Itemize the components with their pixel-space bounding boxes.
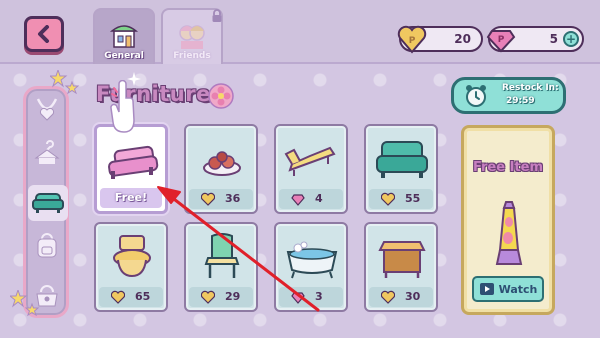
chevron-left-icon — [38, 25, 49, 43]
sparkle-stars-icon — [10, 290, 40, 317]
bathtub-icon — [286, 241, 338, 279]
side-table-icon — [378, 241, 426, 278]
price-bar: 65 — [99, 287, 163, 307]
item-price: 3 — [315, 290, 323, 303]
tab-general[interactable]: General — [93, 8, 155, 64]
sidebar-item-furniture[interactable] — [28, 185, 68, 221]
plus-icon: + — [565, 32, 577, 46]
watch-label: Watch — [498, 282, 538, 296]
lounge-chair-icon — [284, 146, 336, 176]
item-card-teal-sofa[interactable]: 55 — [364, 124, 438, 214]
item-image — [372, 232, 432, 284]
coin-heart-icon — [381, 192, 395, 206]
price-bar: 55 — [369, 189, 433, 209]
tab-friends-label: Friends — [173, 51, 211, 61]
item-price: 4 — [315, 192, 323, 205]
back-button[interactable] — [24, 16, 64, 52]
svg-text:P: P — [409, 36, 416, 46]
item-card-toilet[interactable]: 65 — [94, 222, 168, 312]
shop-icon — [109, 25, 139, 48]
price-bar: 29 — [189, 287, 253, 307]
toilet-icon — [113, 235, 151, 278]
flower-icon — [208, 83, 234, 109]
dining-chair-icon — [204, 233, 240, 278]
coin-heart-icon: P — [397, 25, 427, 54]
sparkle-stars-icon — [50, 70, 80, 95]
pink-sofa-icon — [108, 145, 159, 179]
clothes-hanger-icon — [34, 140, 60, 164]
free-label: Free! — [114, 191, 148, 204]
item-image — [102, 232, 162, 284]
item-card-pink-sofa[interactable]: Free! — [94, 124, 168, 214]
coin-heart-icon — [201, 290, 215, 304]
gem-value: 5 — [549, 32, 558, 46]
pointing-hand-icon — [110, 80, 135, 133]
lava-lamp-icon — [495, 201, 523, 265]
item-card-bathtub[interactable]: 3 — [274, 222, 348, 312]
item-price: 65 — [135, 290, 151, 303]
gem-counter: P 5 + — [486, 26, 584, 53]
item-price: 29 — [225, 290, 241, 303]
item-image — [282, 134, 342, 186]
alarm-clock-icon — [466, 85, 486, 107]
price-bar: 4 — [279, 189, 343, 209]
sparkle-icon — [127, 72, 141, 86]
coin-value: 20 — [454, 32, 471, 46]
lock-icon — [212, 9, 222, 22]
sidebar-item-necklaces[interactable] — [32, 95, 62, 125]
price-bar: 3 — [279, 287, 343, 307]
necklace-icon — [36, 98, 58, 121]
gem-icon — [291, 194, 305, 206]
watch-ad-button[interactable]: Watch — [472, 276, 544, 302]
restock-timer: Restock In: 29:59 — [451, 77, 566, 114]
item-price: 55 — [405, 192, 421, 205]
gem-icon — [291, 292, 305, 304]
sidebar-item-clothes[interactable] — [32, 139, 62, 169]
cupcake-plate-icon — [203, 151, 241, 176]
item-card-side-table[interactable]: 30 — [364, 222, 438, 312]
item-card-dining-chair[interactable]: 29 — [184, 222, 258, 312]
item-image — [282, 232, 342, 284]
add-gems-button[interactable]: + — [563, 31, 579, 47]
item-image — [372, 134, 432, 186]
restock-time: 29:59 — [506, 96, 535, 106]
item-card-lounge-chair[interactable]: 4 — [274, 124, 348, 214]
item-price: 36 — [225, 192, 241, 205]
item-image — [103, 135, 163, 187]
category-sidebar — [23, 86, 69, 318]
coin-heart-icon — [111, 290, 125, 304]
free-item-title: Free Item — [472, 160, 544, 175]
video-icon — [479, 283, 494, 295]
coin-heart-icon — [201, 192, 215, 206]
gem-icon: P — [486, 30, 516, 53]
friends-icon — [179, 25, 205, 49]
free-item-panel: Free Item Watch — [461, 125, 555, 315]
item-card-cupcake-plate[interactable]: 36 — [184, 124, 258, 214]
teal-sofa-icon — [376, 141, 428, 178]
restock-label: Restock In: — [502, 83, 559, 93]
coin-heart-icon — [381, 290, 395, 304]
backpack-icon — [37, 233, 57, 258]
tab-general-label: General — [104, 51, 144, 61]
item-price: 30 — [405, 290, 421, 303]
item-image — [192, 232, 252, 284]
price-bar: Free! — [100, 188, 162, 208]
item-image — [192, 134, 252, 186]
sofa-icon — [32, 193, 64, 213]
price-bar: 30 — [369, 287, 433, 307]
coin-counter: P 20 — [397, 25, 483, 54]
svg-text:P: P — [498, 35, 505, 45]
price-bar: 36 — [189, 189, 253, 209]
sidebar-item-bags[interactable] — [32, 231, 62, 261]
